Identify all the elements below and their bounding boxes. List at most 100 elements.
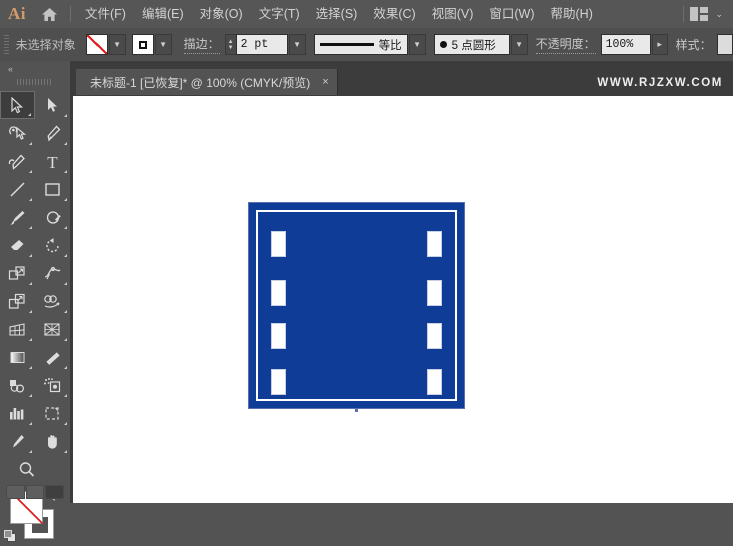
pen-tool[interactable] — [35, 119, 70, 147]
tool-corner-icon — [29, 338, 32, 341]
document-tab[interactable]: 未标题-1 [已恢复]* @ 100% (CMYK/预览) × — [76, 69, 338, 95]
shape-builder-tool[interactable] — [35, 287, 70, 315]
stroke-weight-input[interactable]: 2 pt — [235, 34, 288, 55]
free-transform-tool[interactable] — [0, 287, 35, 315]
hand-tool[interactable] — [35, 427, 70, 455]
gradient-mode-button[interactable] — [25, 485, 45, 499]
width-tool[interactable] — [35, 259, 70, 287]
stroke-weight-chevron-down-icon[interactable]: ▼ — [288, 34, 306, 55]
eyedropper-tool[interactable] — [35, 343, 70, 371]
stroke-swatch-icon[interactable] — [131, 34, 154, 55]
stroke-swatch-group[interactable]: ▼ — [131, 34, 172, 55]
opacity-input[interactable]: 100% — [600, 34, 651, 55]
menubar-right-group: ⌄ — [677, 6, 733, 22]
opacity-label[interactable]: 不透明度： — [535, 35, 596, 54]
stroke-weight-label[interactable]: 描边： — [183, 35, 220, 54]
arrange-documents-icon[interactable] — [690, 7, 709, 21]
perforation-right-1 — [427, 231, 442, 257]
tool-corner-icon — [64, 450, 67, 453]
tool-corner-icon — [29, 254, 32, 257]
collapse-panel-icon[interactable]: « — [0, 61, 70, 77]
stroke-profile-chevron-down-icon[interactable]: ▼ — [408, 34, 426, 55]
fill-chevron-down-icon[interactable]: ▼ — [108, 34, 126, 55]
tool-corner-icon — [29, 366, 32, 369]
opacity-group[interactable]: 100% ▸ — [600, 34, 668, 55]
graphic-style-swatch-icon[interactable] — [716, 34, 733, 55]
brush-definition-group[interactable]: 5 点圆形 ▼ — [433, 34, 528, 55]
home-icon[interactable] — [34, 0, 64, 28]
eraser-tool[interactable] — [0, 231, 35, 259]
stepper-updown-icon[interactable]: ▲ ▼ — [224, 34, 236, 55]
fill-swatch-group[interactable]: ▼ — [85, 34, 126, 55]
line-segment-tool[interactable] — [0, 175, 35, 203]
menu-help[interactable]: 帮助(H) — [543, 0, 601, 28]
stroke-weight-group[interactable]: ▲ ▼ 2 pt ▼ — [224, 34, 306, 55]
curvature-tool[interactable] — [0, 147, 35, 175]
tool-corner-icon — [28, 113, 31, 116]
perforation-left-3 — [271, 323, 286, 349]
paintbrush-tool[interactable] — [0, 203, 35, 231]
menu-view[interactable]: 视图(V) — [424, 0, 482, 28]
column-graph-tool[interactable] — [0, 399, 35, 427]
none-mode-button[interactable] — [45, 485, 65, 499]
tool-corner-icon — [29, 282, 32, 285]
document-tab-bar: 未标题-1 [已恢复]* @ 100% (CMYK/预览) × WWW.RJZX… — [70, 61, 733, 95]
tool-corner-icon — [64, 198, 67, 201]
brush-definition-select[interactable]: 5 点圆形 — [433, 34, 510, 55]
gradient-tool[interactable] — [0, 343, 35, 371]
fill-swatch-none-icon[interactable] — [85, 34, 108, 55]
perforation-left-2 — [271, 280, 286, 306]
menu-window[interactable]: 窗口(W) — [481, 0, 542, 28]
menu-effect[interactable]: 效果(C) — [365, 0, 423, 28]
illustrator-logo-icon: Ai — [8, 4, 26, 23]
artboard[interactable] — [73, 96, 733, 503]
canvas-area[interactable] — [70, 95, 733, 503]
chevron-down-icon[interactable]: ⌄ — [715, 9, 723, 20]
stroke-profile-group[interactable]: 等比 ▼ — [313, 34, 426, 55]
blend-tool[interactable] — [0, 371, 35, 399]
perforation-left-4 — [271, 369, 286, 395]
artboard-tool[interactable] — [35, 399, 70, 427]
tool-corner-icon — [64, 114, 67, 117]
zoom-tool-row — [0, 455, 70, 483]
magic-wand-tool[interactable] — [0, 119, 35, 147]
stroke-profile-select[interactable]: 等比 — [313, 34, 408, 55]
tool-corner-icon — [29, 142, 32, 145]
chevron-right-icon[interactable]: ▸ — [651, 34, 668, 55]
symbol-sprayer-tool[interactable] — [35, 371, 70, 399]
tool-corner-icon — [29, 170, 32, 173]
scale-tool[interactable] — [0, 259, 35, 287]
shaper-tool[interactable] — [35, 203, 70, 231]
menu-object[interactable]: 对象(O) — [192, 0, 251, 28]
tool-corner-icon — [29, 450, 32, 453]
slice-tool[interactable] — [0, 427, 35, 455]
menu-type[interactable]: 文字(T) — [251, 0, 308, 28]
watermark-text: WWW.RJZXW.COM — [597, 77, 723, 89]
zoom-tool[interactable] — [9, 455, 44, 483]
direct-selection-tool[interactable] — [35, 91, 70, 119]
stroke-profile-uniform-icon — [319, 43, 374, 46]
close-icon[interactable]: × — [322, 76, 328, 88]
menu-file[interactable]: 文件(F) — [77, 0, 134, 28]
color-mode-button[interactable] — [6, 485, 25, 499]
perforation-left-1 — [271, 231, 286, 257]
rotate-tool[interactable] — [35, 231, 70, 259]
perforation-right-2 — [427, 280, 442, 306]
mesh-tool[interactable] — [35, 315, 70, 343]
brush-definition-label: 5 点圆形 — [451, 39, 496, 52]
tool-corner-icon — [29, 198, 32, 201]
type-tool[interactable]: T — [35, 147, 70, 175]
panel-grip-icon[interactable] — [4, 34, 9, 55]
selection-tool[interactable] — [0, 91, 35, 119]
toolbar-grip-icon[interactable] — [17, 79, 53, 85]
brush-chevron-down-icon[interactable]: ▼ — [510, 34, 528, 55]
stroke-chevron-down-icon[interactable]: ▼ — [154, 34, 172, 55]
perspective-grid-tool[interactable] — [0, 315, 35, 343]
default-fill-stroke-icon[interactable] — [4, 530, 17, 543]
rectangle-tool[interactable] — [35, 175, 70, 203]
tool-corner-icon — [64, 142, 67, 145]
menu-edit[interactable]: 编辑(E) — [134, 0, 192, 28]
tool-corner-icon — [29, 226, 32, 229]
menu-select[interactable]: 选择(S) — [308, 0, 366, 28]
film-strip-shape[interactable] — [249, 203, 464, 412]
